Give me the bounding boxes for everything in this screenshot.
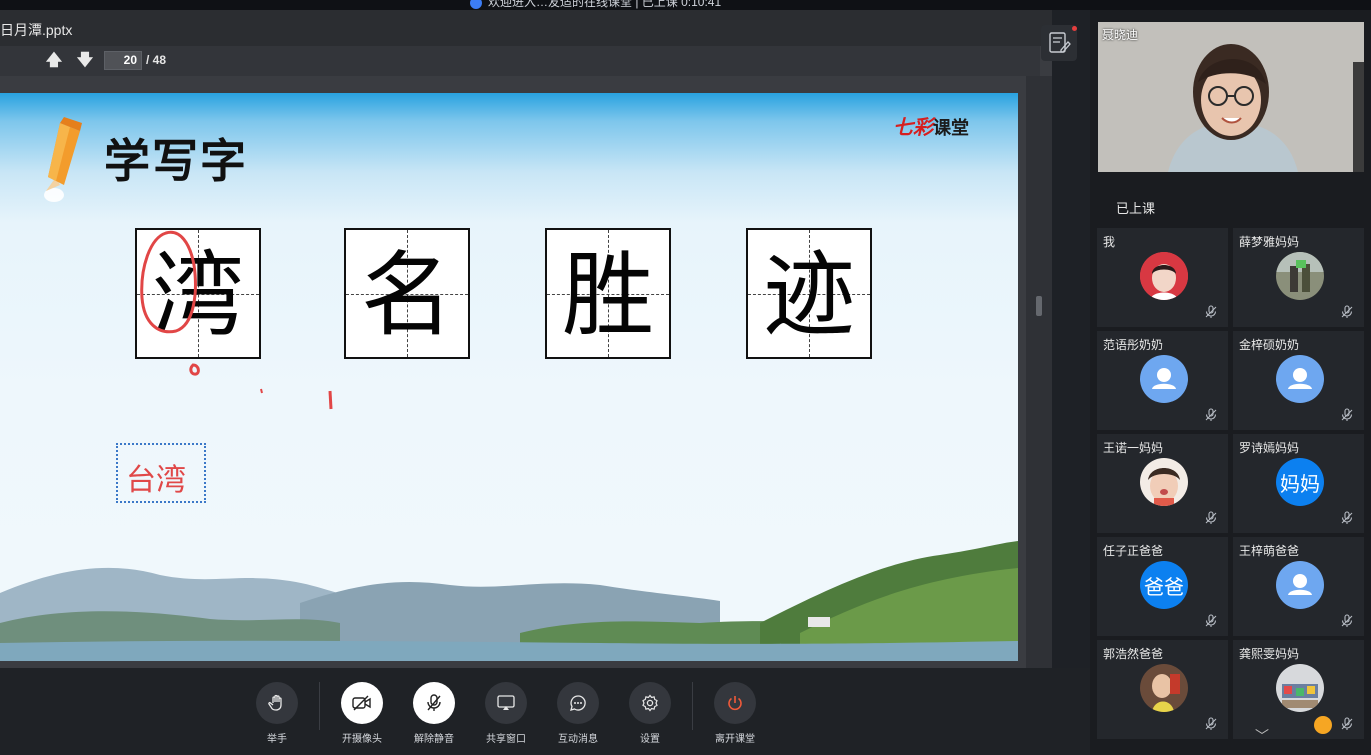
character-box: 湾 — [135, 228, 261, 359]
mic-muted-icon — [1341, 717, 1353, 730]
participant-tile[interactable]: 任子正爸爸 爸爸 — [1097, 537, 1228, 636]
mic-muted-icon — [1205, 408, 1217, 421]
annotation-mark — [328, 390, 333, 410]
chat-icon — [557, 682, 599, 724]
mic-muted-icon — [1205, 614, 1217, 627]
avatar — [1140, 664, 1188, 712]
slide-canvas[interactable]: 学写字 七彩课堂 湾 名 胜 迹 台湾 — [0, 93, 1018, 661]
raised-hand-icon — [1314, 716, 1332, 734]
hand-icon — [256, 682, 298, 724]
gear-icon — [629, 682, 671, 724]
teacher-video-feed — [1098, 22, 1364, 172]
practice-character: 名 — [360, 242, 453, 349]
previous-page-button[interactable]: 🡅 — [44, 52, 64, 70]
power-icon — [714, 682, 756, 724]
viewer-scrollbar[interactable] — [1036, 296, 1042, 316]
viewer-scroll-track — [1026, 76, 1052, 668]
avatar-initials: 妈妈 — [1276, 458, 1324, 506]
control-divider — [319, 682, 320, 730]
page-total: / 48 — [146, 53, 167, 67]
presentation-filename: 日月潭.pptx — [0, 22, 73, 38]
participant-tile[interactable]: 郭浩然爸爸 — [1097, 640, 1228, 739]
participant-tile[interactable]: 薛梦雅妈妈 — [1233, 228, 1364, 327]
app-logo-icon — [470, 0, 482, 9]
mic-off-icon — [413, 682, 455, 724]
character-box: 名 — [344, 228, 470, 359]
participant-tile[interactable]: 龚熙雯妈妈 — [1233, 640, 1364, 739]
camera-button[interactable]: 开摄像头 — [332, 682, 392, 745]
landscape-image — [0, 541, 1018, 661]
unmute-button[interactable]: 解除静音 — [404, 682, 464, 745]
participant-tile[interactable]: 范语彤奶奶 — [1097, 331, 1228, 430]
annotation-mark — [189, 363, 200, 376]
avatar — [1276, 252, 1324, 300]
mic-muted-icon — [1341, 305, 1353, 318]
practice-character: 胜 — [561, 242, 654, 349]
mic-muted-icon — [1341, 614, 1353, 627]
page-number-input[interactable]: 20 — [104, 51, 142, 70]
default-user-icon — [1276, 561, 1324, 609]
pencil-icon — [44, 117, 82, 202]
notification-dot — [1072, 26, 1077, 31]
presentation-toolbar: 🡅 🡇 20 / 48 — [0, 46, 1040, 76]
screen-share-icon — [485, 682, 527, 724]
practice-character: 迹 — [762, 242, 855, 349]
edit-notes-icon — [1049, 32, 1071, 53]
class-status: 已上课 — [1116, 201, 1156, 216]
teacher-video[interactable]: 聂晓迪 — [1098, 22, 1364, 172]
default-user-icon — [1276, 355, 1324, 403]
camera-off-icon — [341, 682, 383, 724]
annotation-mark — [260, 388, 263, 394]
chevron-down-icon[interactable]: ﹀ — [1255, 726, 1269, 746]
next-page-button[interactable]: 🡇 — [75, 52, 95, 70]
character-box: 迹 — [746, 228, 872, 359]
avatar — [1140, 458, 1188, 506]
leave-class-button[interactable]: 离开课堂 — [705, 682, 765, 745]
avatar-initials: 爸爸 — [1140, 561, 1188, 609]
brand-logo: 七彩课堂 — [893, 117, 969, 139]
window-title: 欢迎进入…友适的在线课堂 | 已上课 0:10:41 — [470, 0, 721, 9]
window-titlebar: 欢迎进入…友适的在线课堂 | 已上课 0:10:41 — [0, 0, 1371, 10]
raise-hand-button[interactable]: 举手 — [247, 682, 307, 745]
default-user-icon — [1140, 355, 1188, 403]
answer-text: 台湾 — [126, 464, 186, 497]
participant-tile[interactable]: 王诺一妈妈 — [1097, 434, 1228, 533]
character-box: 胜 — [545, 228, 671, 359]
mic-muted-icon — [1341, 408, 1353, 421]
mic-muted-icon — [1205, 305, 1217, 318]
classroom-control-bar: 举手 开摄像头 解除静音 共享窗口 互动消息 设置 离开课堂 — [0, 668, 1090, 755]
mic-muted-icon — [1205, 511, 1217, 524]
settings-button[interactable]: 设置 — [620, 682, 680, 745]
participant-tile[interactable]: 金梓硕奶奶 — [1233, 331, 1364, 430]
answer-textbox[interactable]: 台湾 — [116, 443, 206, 503]
participant-tile[interactable]: 罗诗嫣妈妈 妈妈 — [1233, 434, 1364, 533]
control-divider — [692, 682, 693, 730]
mic-muted-icon — [1205, 717, 1217, 730]
avatar — [1276, 664, 1324, 712]
participant-tile[interactable]: 王梓萌爸爸 — [1233, 537, 1364, 636]
presentation-header: 日月潭.pptx — [0, 10, 1052, 46]
share-window-button[interactable]: 共享窗口 — [476, 682, 536, 745]
avatar — [1140, 252, 1188, 300]
chat-button[interactable]: 互动消息 — [548, 682, 608, 745]
teacher-name: 聂晓迪 — [1102, 28, 1139, 42]
practice-character: 湾 — [151, 242, 244, 349]
notes-button[interactable] — [1041, 25, 1077, 61]
participant-tile[interactable]: 我 — [1097, 228, 1228, 327]
slide-title: 学写字 — [104, 134, 248, 188]
mic-muted-icon — [1341, 511, 1353, 524]
